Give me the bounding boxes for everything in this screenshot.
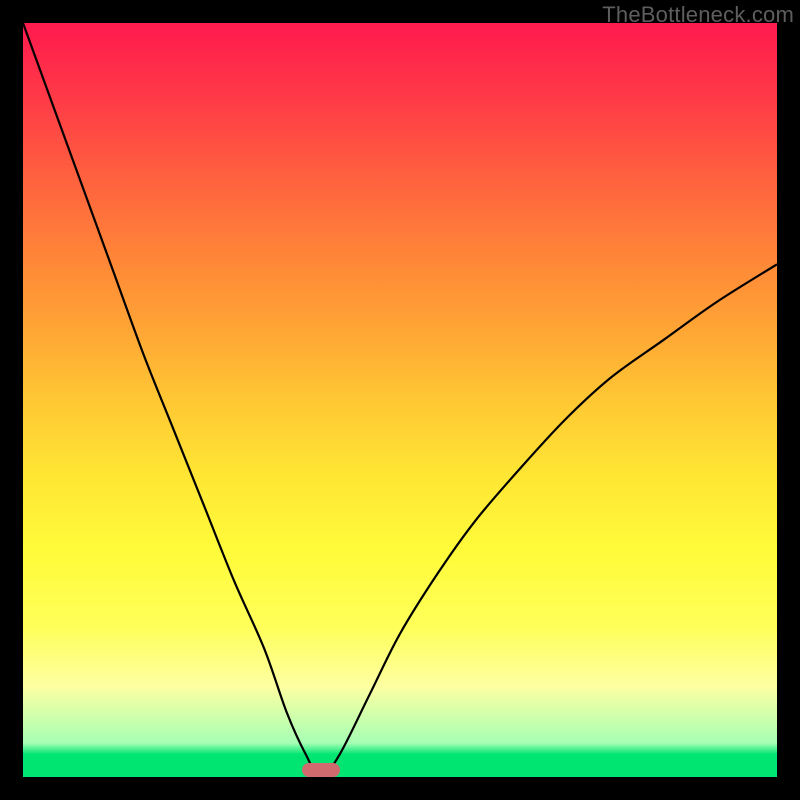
bottleneck-curve bbox=[23, 23, 777, 777]
chart-plot-area bbox=[23, 23, 777, 777]
watermark-text: TheBottleneck.com bbox=[602, 2, 794, 28]
optimal-marker bbox=[302, 763, 340, 777]
